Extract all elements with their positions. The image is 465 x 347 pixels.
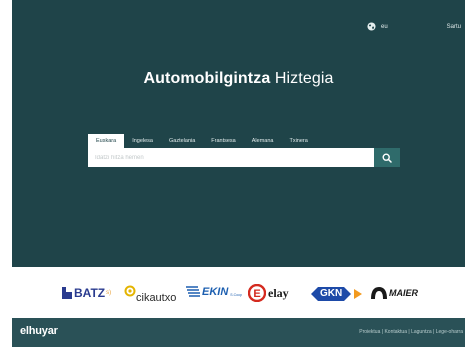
- language-code: eu: [381, 23, 388, 30]
- search-icon: [382, 152, 392, 163]
- login-link[interactable]: Sartu: [447, 24, 461, 30]
- language-tabs: Euskara Ingelesa Gaztelania Frantsesa Al…: [88, 134, 316, 148]
- globe-icon: [367, 22, 376, 31]
- svg-text:E: E: [253, 288, 260, 300]
- sponsor-cikautxo-name: cikautxo: [136, 292, 177, 304]
- sponsor-batz[interactable]: BATZ s): [62, 286, 111, 300]
- ekin-logo-icon: [186, 286, 200, 297]
- page-title-bold: Automobilgintza: [143, 70, 271, 87]
- sponsor-batz-suffix: s): [106, 290, 112, 296]
- footer-separator: |: [381, 329, 384, 335]
- tab-euskara[interactable]: Euskara: [88, 134, 125, 148]
- footer: elhuyar Proiektua | Kontaktua | Laguntza…: [12, 318, 465, 347]
- elay-logo-icon: E: [248, 284, 266, 302]
- sponsor-ekin-suffix: S.Coop: [230, 293, 242, 297]
- tab-frantsesa[interactable]: Frantsesa: [203, 134, 243, 148]
- top-bar: eu Sartu: [12, 22, 465, 36]
- batz-logo-icon: [62, 287, 72, 299]
- sponsor-ekin-name: EKIN: [202, 286, 229, 298]
- search-bar: [88, 148, 400, 167]
- tab-ingelesa[interactable]: Ingelesa: [124, 134, 161, 148]
- cikautxo-logo-icon: [124, 285, 136, 297]
- footer-separator: |: [408, 329, 410, 335]
- footer-link-kontaktua[interactable]: Kontaktua: [384, 329, 407, 335]
- page-title: Automobilgintza Hiztegia: [12, 70, 465, 88]
- sponsor-maier-name: MAIER: [389, 288, 418, 298]
- search-button[interactable]: [374, 148, 400, 167]
- tab-gaztelania[interactable]: Gaztelania: [161, 134, 203, 148]
- footer-links: Proiektua | Kontaktua | Laguntza | Lege-…: [359, 329, 463, 335]
- sponsor-elay[interactable]: E elay: [248, 284, 289, 302]
- tab-alemana[interactable]: Alemana: [244, 134, 282, 148]
- tab-txinera[interactable]: Txinera: [281, 134, 315, 148]
- footer-link-lege-oharra[interactable]: Lege-oharra: [436, 329, 463, 335]
- sponsor-gkn[interactable]: GKN: [311, 287, 363, 301]
- maier-logo-icon: [371, 287, 387, 299]
- footer-logo[interactable]: elhuyar: [20, 325, 58, 337]
- sponsor-ekin[interactable]: EKIN S.Coop: [186, 286, 242, 298]
- search-input[interactable]: [88, 148, 374, 167]
- page-title-light: Hiztegia: [274, 70, 334, 87]
- sponsor-strip: BATZ s) cikautxo EKIN S.Coop E elay GKN: [0, 274, 465, 314]
- footer-link-proiektua[interactable]: Proiektua: [359, 329, 380, 335]
- footer-separator: |: [433, 329, 435, 335]
- sponsor-elay-name: elay: [268, 285, 289, 300]
- sponsor-maier[interactable]: MAIER: [370, 285, 418, 301]
- sponsor-cikautxo[interactable]: cikautxo: [124, 280, 176, 304]
- language-selector[interactable]: eu: [367, 22, 388, 31]
- sponsor-batz-name: BATZ: [74, 286, 106, 300]
- sponsor-gkn-name: GKN: [320, 288, 343, 299]
- footer-link-laguntza[interactable]: Laguntza: [411, 329, 432, 335]
- hero-section: eu Sartu Automobilgintza Hiztegia Euskar…: [12, 0, 465, 267]
